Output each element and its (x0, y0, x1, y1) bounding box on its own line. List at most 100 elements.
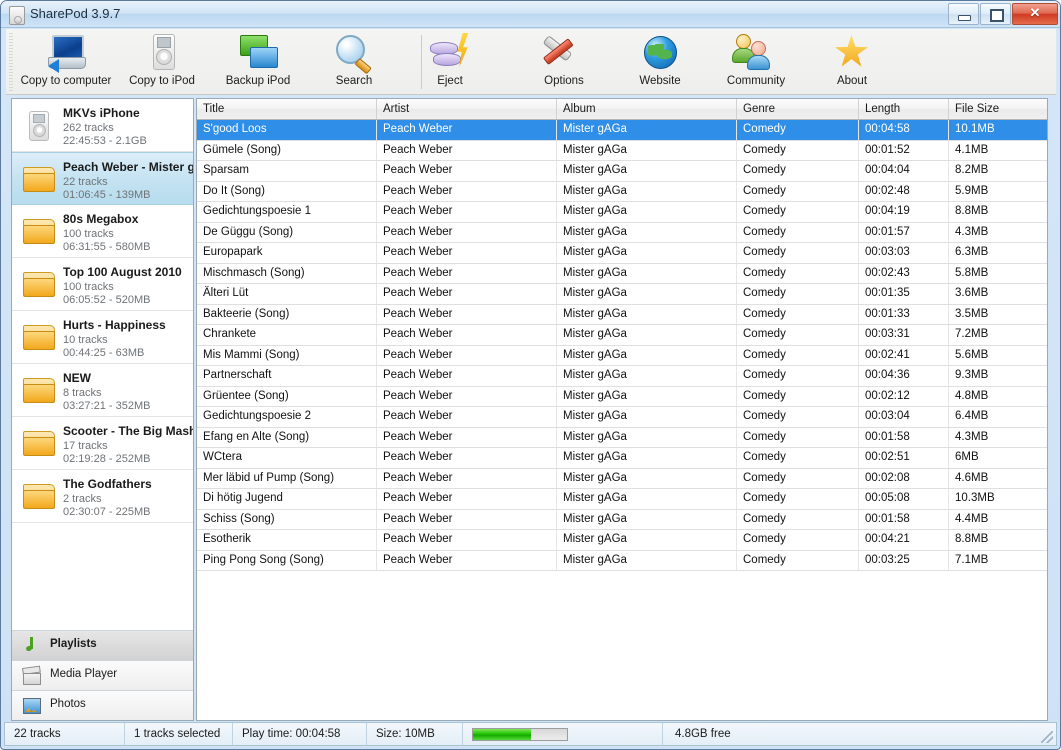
cell-size: 5.9MB (955, 184, 989, 197)
folder-icon (22, 269, 56, 299)
sidebar-item-label: Playlists (50, 638, 97, 650)
about-button[interactable]: About (804, 29, 900, 95)
cell-title: Ping Pong Song (Song) (197, 550, 377, 570)
table-row[interactable]: De Güggu (Song) Peach Weber Mister gAGa Com… (197, 222, 1047, 243)
column-header-genre[interactable]: Genre (737, 99, 859, 119)
sidebar-item-playlists[interactable]: Playlists (12, 630, 193, 660)
playlist-duration-size: 01:06:45 - 139MB (63, 189, 151, 201)
table-row[interactable]: Mis Mammi (Song) Peach Weber Mister gAGa Co… (197, 345, 1047, 366)
table-row[interactable]: Gedichtungspoesie 1 Peach Weber Mister gAG… (197, 202, 1047, 223)
globe-icon (638, 33, 682, 73)
playlist-item[interactable]: 80s Megabox 100 tracks 06:31:55 - 580MB (12, 205, 193, 258)
table-row[interactable]: Di hötig Jugend Peach Weber Mister gAGa Com… (197, 489, 1047, 510)
sidebar-item-photos[interactable]: Photos (12, 690, 193, 720)
table-row[interactable]: Mischmasch (Song) Peach Weber Mister gAGa C… (197, 263, 1047, 284)
toolbar-label: Website (639, 75, 681, 87)
table-row[interactable]: WCtera Peach Weber Mister gAGa Comedy 00:02:… (197, 448, 1047, 469)
column-header-album[interactable]: Album (557, 99, 737, 119)
cell-artist: Peach Weber (377, 243, 557, 263)
playlist-item[interactable]: NEW 8 tracks 03:27:21 - 352MB (12, 364, 193, 417)
cell-genre: Comedy (737, 427, 859, 447)
cell-length: 00:01:35 (859, 284, 949, 304)
table-row[interactable]: Älteri Lüt Peach Weber Mister gAGa Comedy 00… (197, 284, 1047, 305)
table-row[interactable]: Gedichtungspoesie 2 Peach Weber Mister gAG… (197, 407, 1047, 428)
playlist-track-count: 262 tracks (63, 122, 114, 134)
playlist-name: 80s Megabox (63, 212, 139, 226)
table-row[interactable]: Chrankete Peach Weber Mister gAGa Comedy 00:… (197, 325, 1047, 346)
cell-genre: Comedy (737, 120, 859, 140)
sidebar-item-media-player[interactable]: Media Player (12, 660, 193, 690)
eject-button[interactable]: Eject (402, 29, 498, 95)
table-row[interactable]: Gümele (Song) Peach Weber Mister gAGa Comed… (197, 140, 1047, 161)
playlist-name: NEW (63, 371, 91, 385)
magnifier-icon (332, 33, 376, 75)
table-row[interactable]: Partnerschaft Peach Weber Mister gAGa Comed… (197, 366, 1047, 387)
cell-size: 8.8MB (955, 533, 989, 545)
copy-to-computer-button[interactable]: Copy to computer (18, 29, 114, 95)
table-row[interactable]: Bakteerie (Song) Peach Weber Mister gAGa Co… (197, 304, 1047, 325)
table-row[interactable]: S'good Loos Peach Weber Mister gAGa Comedy 0… (197, 120, 1047, 141)
cell-artist: Peach Weber (377, 284, 557, 304)
cell-title: Mischmasch (Song) (197, 263, 377, 283)
playlist-item[interactable]: MKVs iPhone 262 tracks 22:45:53 - 2.1GB (12, 99, 193, 152)
playlist-item[interactable]: Peach Weber - Mister gA 22 tracks 01:06:45… (12, 152, 193, 205)
cell-title: Schiss (Song) (197, 509, 377, 529)
cell-title: Do It (Song) (197, 181, 377, 201)
maximize-button[interactable] (980, 3, 1011, 25)
community-button[interactable]: Community (708, 29, 804, 95)
tools-icon (542, 33, 586, 73)
table-row[interactable]: Efang en Alte (Song) Peach Weber Mister gA… (197, 427, 1047, 448)
cell-length: 00:02:43 (859, 263, 949, 283)
table-row[interactable]: Schiss (Song) Peach Weber Mister gAGa Comed… (197, 509, 1047, 530)
status-size: Size: 10MB (367, 723, 463, 745)
playlist-name: Top 100 August 2010 (63, 265, 182, 279)
table-row[interactable]: Grüentee (Song) Peach Weber Mister gAGa Com… (197, 386, 1047, 407)
table-row[interactable]: Mer läbid uf Pump (Song) Peach Weber Miste… (197, 468, 1047, 489)
cell-genre: Comedy (737, 550, 859, 570)
cell-artist: Peach Weber (377, 325, 557, 345)
search-button[interactable]: Search (306, 29, 402, 95)
table-row[interactable]: Europapark Peach Weber Mister gAGa Comedy 00… (197, 243, 1047, 264)
disk-usage-bar (472, 727, 568, 741)
cell-artist: Peach Weber (377, 386, 557, 406)
cell-size: 5.6MB (955, 348, 989, 361)
cell-genre: Comedy (737, 530, 859, 550)
playlist-item[interactable]: Top 100 August 2010 100 tracks 06:05:52 - … (12, 258, 193, 311)
playlist-track-count: 22 tracks (63, 176, 108, 188)
cell-length: 00:04:58 (859, 120, 949, 140)
close-icon: ✕ (1029, 5, 1041, 20)
playlist-item[interactable]: Scooter - The Big Mashup 17 tracks02:19:2… (12, 417, 193, 470)
table-row[interactable]: Do It (Song) Peach Weber Mister gAGa Comedy… (197, 181, 1047, 202)
website-button[interactable]: Website (612, 29, 708, 95)
cell-album: Mister gAGa (557, 222, 737, 242)
column-header-artist[interactable]: Artist (377, 99, 557, 119)
playlist-item[interactable]: The Godfathers 2 tracks 02:30:07 - 225MB (12, 470, 193, 523)
close-button[interactable]: ✕ (1012, 3, 1058, 25)
resize-grip[interactable] (1041, 731, 1053, 743)
column-header-length[interactable]: Length (859, 99, 949, 119)
minimize-button[interactable] (948, 3, 979, 25)
column-header-file-size[interactable]: File Size (949, 99, 1047, 119)
cell-title: Partnerschaft (197, 366, 377, 386)
cell-album: Mister gAGa (557, 530, 737, 550)
playlist-item[interactable]: Hurts - Happiness 10 tracks 00:44:25 - 63M… (12, 311, 193, 364)
cell-album: Mister gAGa (557, 304, 737, 324)
cell-artist: Peach Weber (377, 530, 557, 550)
playlist-duration-size: 22:45:53 - 2.1GB (63, 135, 147, 147)
backup-ipod-button[interactable]: Backup iPod (210, 29, 306, 95)
table-row[interactable]: Ping Pong Song (Song) Peach Weber Mister g… (197, 550, 1047, 571)
table-row[interactable]: Esotherik Peach Weber Mister gAGa Comedy 00:… (197, 530, 1047, 551)
cell-length: 00:01:58 (859, 509, 949, 529)
cell-length: 00:01:58 (859, 427, 949, 447)
toolbar-grip[interactable] (9, 33, 13, 91)
cell-genre: Comedy (737, 345, 859, 365)
options-button[interactable]: Options (516, 29, 612, 95)
column-header-title[interactable]: Title (197, 99, 377, 119)
table-row[interactable]: Sparsam Peach Weber Mister gAGa Comedy 00:04… (197, 161, 1047, 182)
playlist-duration-size: 02:30:07 - 225MB (63, 506, 151, 518)
cell-album: Mister gAGa (557, 243, 737, 263)
cell-length: 00:01:52 (859, 140, 949, 160)
cell-length: 00:02:41 (859, 345, 949, 365)
cell-length: 00:03:31 (859, 325, 949, 345)
copy-to-ipod-button[interactable]: Copy to iPod (114, 29, 210, 95)
